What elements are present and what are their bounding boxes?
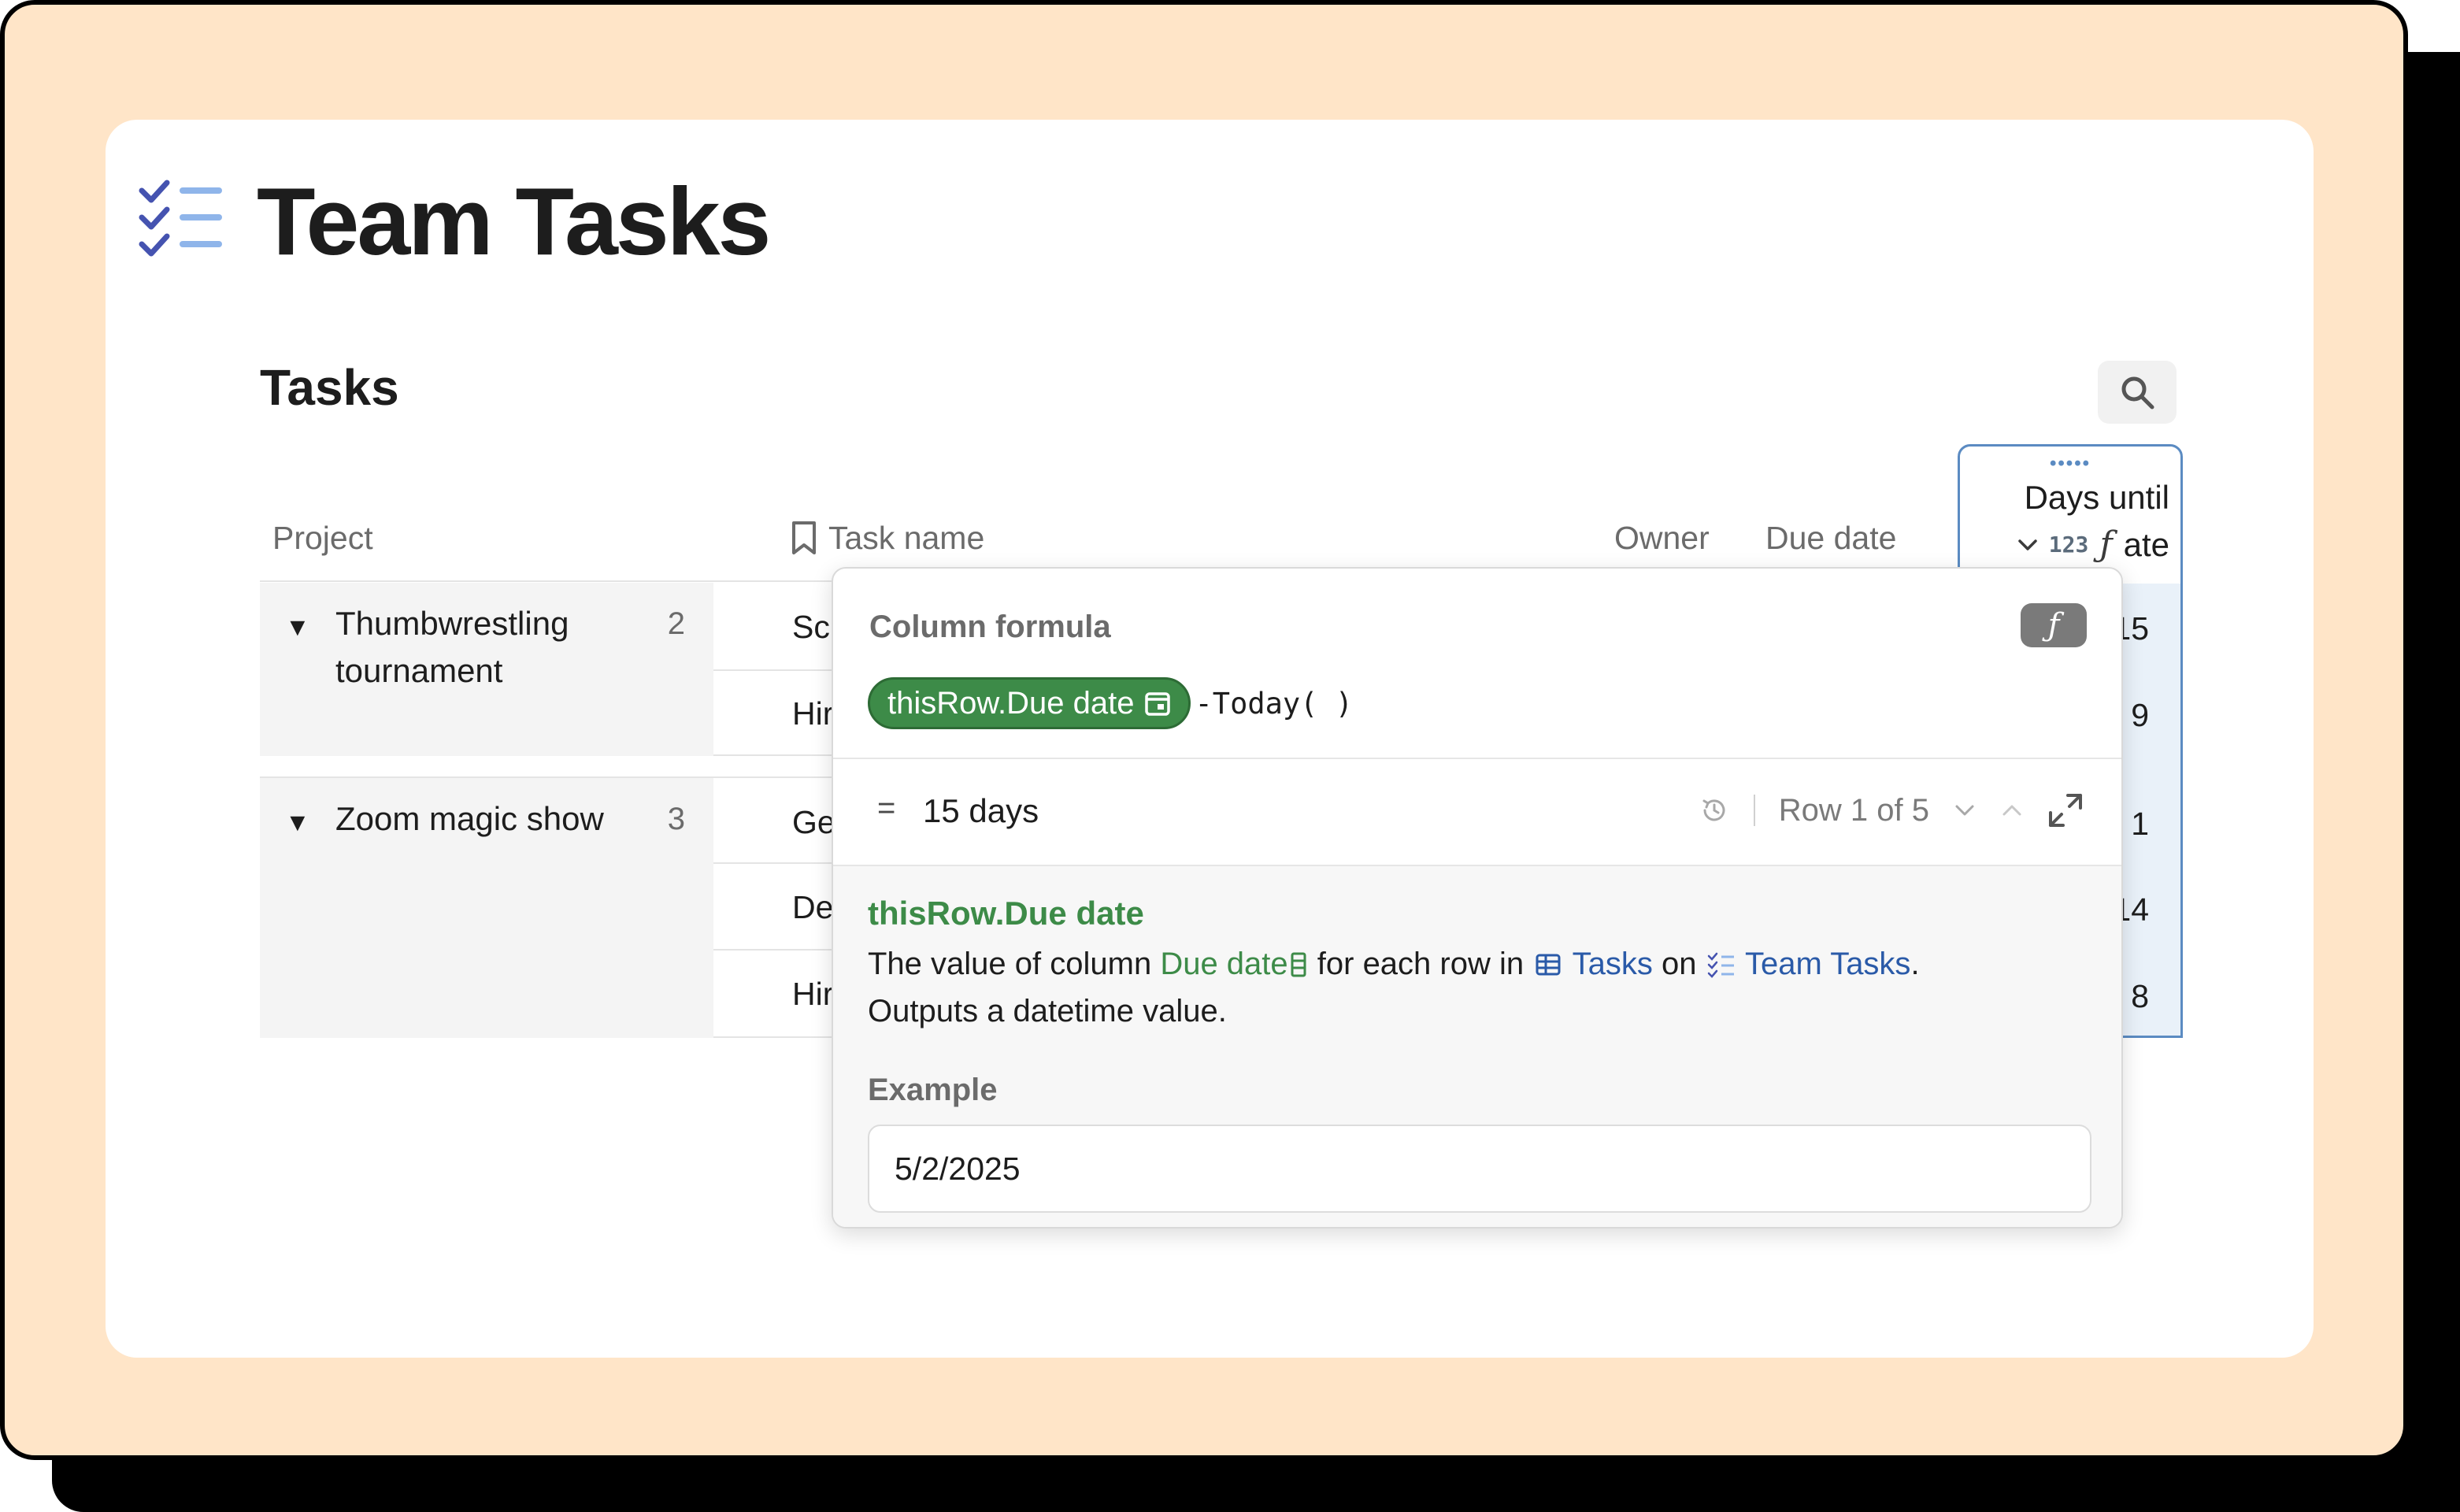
divider	[1753, 795, 1755, 826]
search-icon	[2121, 376, 2154, 410]
checklist-icon	[139, 180, 222, 257]
table-icon	[1536, 954, 1561, 976]
table-link[interactable]: Tasks	[1573, 947, 1653, 981]
days-column-header[interactable]: ••••• Days until 123 ƒ ate	[1960, 447, 2180, 584]
task-cell[interactable]: De	[792, 884, 833, 931]
days-column-title: Days until	[2024, 479, 2169, 516]
formula-result-row: = 15 days Row 1 of 5	[833, 759, 2121, 865]
formula-chip-label: thisRow.Due date	[887, 685, 1135, 721]
example-label: Example	[868, 1073, 998, 1107]
drag-handle-icon[interactable]: •••••	[2050, 453, 2091, 475]
column-header-task-name[interactable]: Task name	[791, 517, 984, 559]
column-header-label: Task name	[828, 520, 985, 556]
column-link[interactable]: Due date	[1160, 947, 1287, 981]
days-column-title-row: 123 ƒ ate	[2017, 522, 2169, 568]
days-cell[interactable]: 9	[2131, 691, 2149, 739]
chevron-down-icon[interactable]	[2017, 538, 2038, 552]
formula-result: 15 days	[923, 792, 1039, 829]
formula-mode-button[interactable]: ƒ	[2021, 603, 2087, 647]
formula-text: -Today( )	[1195, 686, 1353, 721]
formula-icon: ƒ	[2099, 524, 2113, 565]
group-row[interactable]: ▼ Thumbwrestling tournament 2	[260, 583, 713, 756]
task-cell[interactable]: Sc	[792, 603, 830, 650]
task-cell[interactable]: Hir	[792, 690, 833, 737]
chevron-up-icon[interactable]	[2000, 802, 2024, 818]
group-count: 2	[667, 606, 685, 641]
row-navigation: Row 1 of 5	[1699, 783, 2084, 838]
search-button[interactable]	[2098, 361, 2177, 424]
task-cell[interactable]: Hir	[792, 970, 833, 1017]
equals-sign: =	[877, 791, 896, 825]
column-header-due-date[interactable]: Due date	[1765, 517, 1896, 559]
row-indicator: Row 1 of 5	[1778, 792, 1929, 828]
example-value: 5/2/2025	[895, 1150, 1021, 1187]
column-header-owner[interactable]: Owner	[1614, 517, 1710, 559]
days-cell[interactable]: 8	[2131, 973, 2149, 1020]
chevron-down-icon[interactable]	[1953, 802, 1977, 818]
group-row[interactable]: ▼ Zoom magic show 3	[260, 778, 713, 1038]
number-type-icon: 123	[2048, 532, 2089, 558]
formula-help-panel: thisRow.Due date The value of column Due…	[833, 865, 2121, 1227]
days-column-title-suffix: ate	[2123, 526, 2169, 563]
group-name: Zoom magic show	[335, 800, 604, 837]
popover-title: Column formula	[869, 610, 1111, 644]
group-name: Thumbwrestling tournament	[335, 605, 569, 689]
help-text: The value of column	[868, 947, 1161, 981]
column-header-project[interactable]: Project	[272, 517, 373, 559]
formula-chip[interactable]: thisRow.Due date	[868, 677, 1191, 729]
table-title: Tasks	[260, 359, 399, 416]
formula-editor[interactable]: thisRow.Due date -Today( )	[868, 677, 1353, 729]
history-icon[interactable]	[1699, 795, 1730, 826]
collapse-triangle-icon[interactable]: ▼	[285, 808, 310, 837]
help-output-type: Outputs a datetime value.	[868, 994, 1227, 1028]
formula-icon: ƒ	[2047, 607, 2060, 643]
help-text: for each row in	[1308, 947, 1533, 981]
help-text: .	[1910, 947, 1920, 981]
task-cell[interactable]: Ge	[792, 799, 835, 846]
help-description: The value of column Due date for each ro…	[868, 940, 2080, 1035]
days-cell[interactable]: 1	[2131, 800, 2149, 847]
bookmark-icon	[792, 521, 816, 554]
collapse-triangle-icon[interactable]: ▼	[285, 613, 310, 642]
example-value-box: 5/2/2025	[868, 1125, 2091, 1213]
doc-link[interactable]: Team Tasks	[1745, 947, 1910, 981]
column-formula-popover: Column formula ƒ thisRow.Due date -Today…	[832, 567, 2123, 1228]
help-title: thisRow.Due date	[868, 895, 1144, 932]
checklist-icon	[1707, 952, 1734, 978]
calendar-icon	[1144, 692, 1170, 716]
expand-icon[interactable]	[2047, 792, 2084, 828]
group-count: 3	[667, 802, 685, 836]
date-column-icon	[1291, 952, 1306, 977]
page-title: Team Tasks	[257, 168, 771, 275]
help-text: on	[1652, 947, 1706, 981]
